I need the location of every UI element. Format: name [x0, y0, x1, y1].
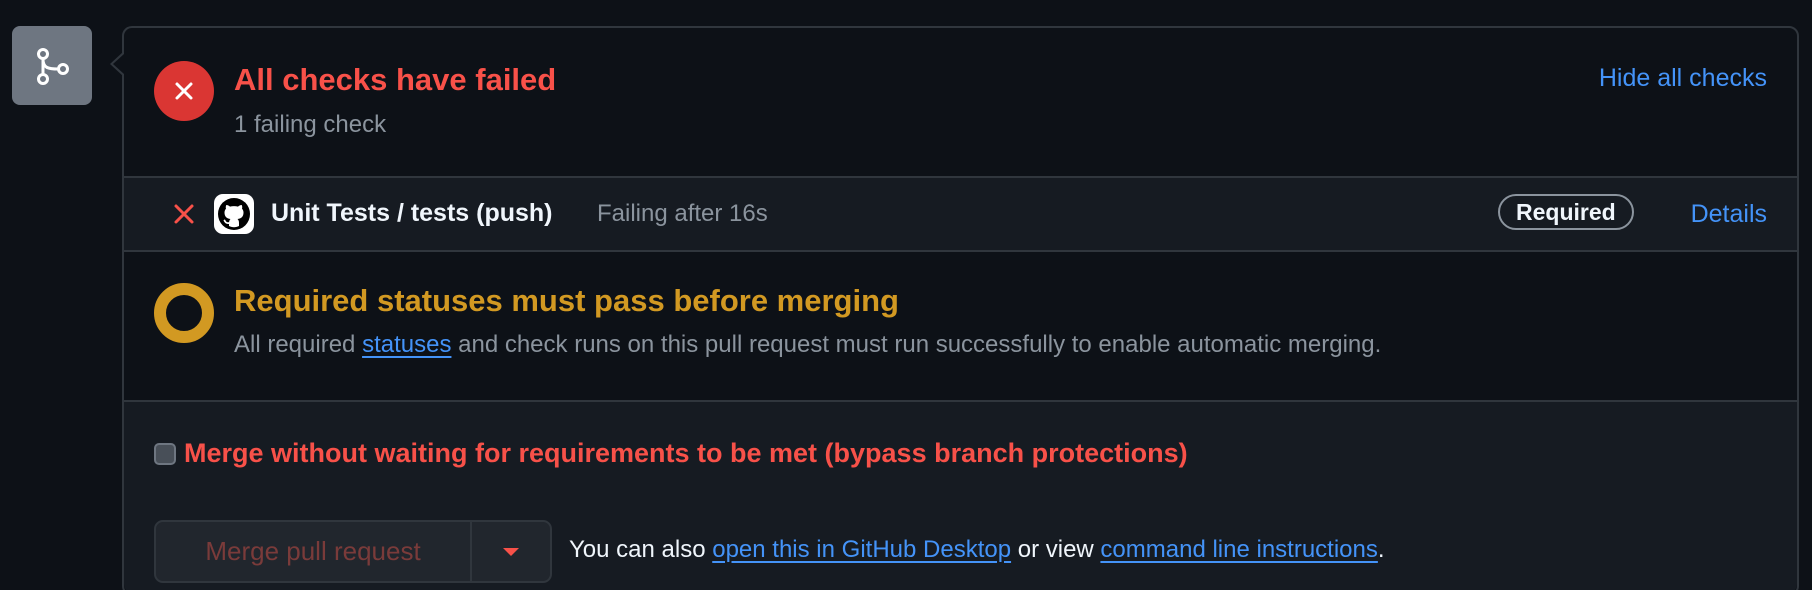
merge-help-text: You can also open this in GitHub Desktop… [569, 536, 1385, 564]
open-in-desktop-link[interactable]: open this in GitHub Desktop [712, 536, 1011, 563]
required-statuses-section: Required statuses must pass before mergi… [124, 252, 1797, 402]
merge-method-dropdown[interactable] [472, 522, 550, 581]
checks-summary-title: All checks have failed [234, 62, 557, 97]
triangle-down-icon [503, 547, 519, 556]
merge-button-group: Merge pull request [154, 520, 552, 583]
command-line-instructions-link[interactable]: command line instructions [1100, 536, 1377, 563]
hide-all-checks-link[interactable]: Hide all checks [1599, 64, 1767, 93]
check-status-text: Failing after 16s [597, 200, 768, 227]
merge-section: Merge without waiting for requirements t… [124, 402, 1797, 590]
merge-status-panel: All checks have failed 1 failing check H… [122, 26, 1799, 590]
checks-summary-header: All checks have failed 1 failing check H… [124, 28, 1797, 176]
x-icon [172, 202, 196, 231]
check-details-link[interactable]: Details [1691, 200, 1767, 229]
github-logo-icon [214, 194, 254, 234]
check-name: Unit Tests / tests (push) [271, 199, 553, 227]
required-statuses-title: Required statuses must pass before mergi… [234, 283, 899, 318]
status-desc-prefix: All required [234, 331, 363, 358]
pending-ring-icon [154, 283, 214, 343]
merge-help-middle: or view [1011, 536, 1101, 563]
x-circle-icon [154, 61, 214, 121]
bypass-label[interactable]: Merge without waiting for requirements t… [184, 438, 1188, 469]
required-statuses-description: All required statuses and check runs on … [234, 331, 1381, 359]
merge-help-suffix: . [1377, 536, 1385, 563]
status-desc-suffix: and check runs on this pull request must… [451, 331, 1382, 358]
panel-pointer-fill [113, 54, 124, 74]
checks-summary-subtitle: 1 failing check [234, 111, 387, 138]
bypass-checkbox[interactable] [154, 442, 176, 465]
merge-help-prefix: You can also [569, 536, 713, 563]
check-row: Unit Tests / tests (push) Failing after … [124, 176, 1797, 252]
required-badge: Required [1498, 194, 1634, 230]
git-merge-icon [12, 26, 92, 105]
merge-pull-request-button[interactable]: Merge pull request [156, 522, 472, 581]
statuses-link[interactable]: statuses [362, 331, 451, 358]
bypass-option: Merge without waiting for requirements t… [154, 438, 1188, 469]
merge-box-page: All checks have failed 1 failing check H… [0, 0, 1812, 590]
